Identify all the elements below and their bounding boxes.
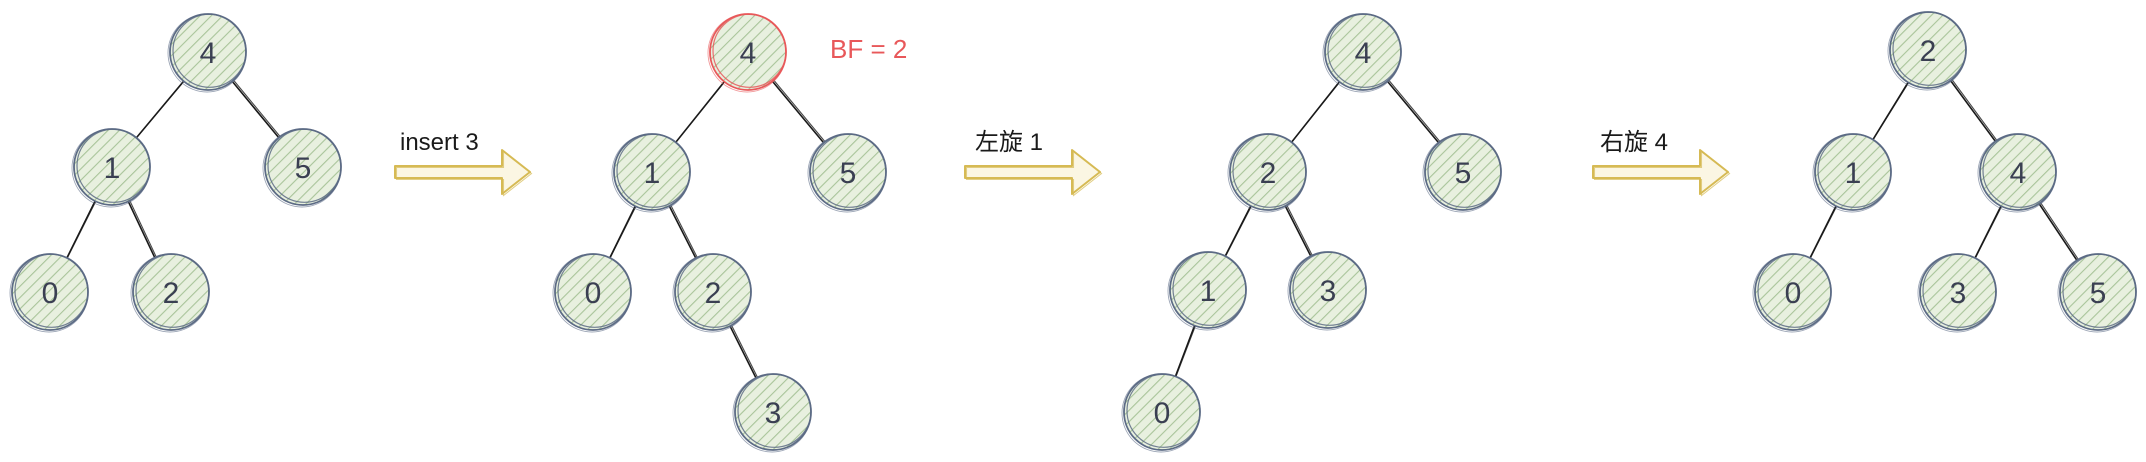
avl-rotation-diagram: 4 1 5 0 2 4 1 5 0 2 3 4 2 5 1 3 0 2 1 4 0 3 5 BF = 2 insert 3 左旋… <box>9 11 2137 453</box>
node-label: 1 <box>1200 275 1217 308</box>
node-label: 0 <box>1785 277 1802 310</box>
node-label: 3 <box>1950 277 1967 310</box>
tree-node-0: 0 <box>9 253 89 333</box>
node-label: 0 <box>585 277 602 310</box>
operation-label: 右旋 4 <box>1600 129 1668 156</box>
arrows-layer <box>394 149 1731 197</box>
node-label: 1 <box>104 152 121 185</box>
tree-node-3: 3 <box>732 373 812 453</box>
tree-node-4: 4 <box>1322 13 1402 93</box>
node-label: 1 <box>1845 157 1862 190</box>
tree-node-1: 1 <box>71 128 151 208</box>
tree-node-2: 2 <box>672 253 752 333</box>
tree-node-0: 0 <box>552 253 632 333</box>
node-label: 4 <box>2010 157 2027 190</box>
operation-label: 左旋 1 <box>975 129 1043 156</box>
node-label: 2 <box>705 277 722 310</box>
node-label: 1 <box>644 157 661 190</box>
balance-factor-label: BF = 2 <box>830 34 907 64</box>
tree-node-3: 3 <box>1917 253 1997 333</box>
node-label: 2 <box>163 277 180 310</box>
tree-node-5: 5 <box>1422 133 1502 213</box>
tree-node-4: 4 <box>707 13 787 93</box>
tree-node-4: 4 <box>167 13 247 93</box>
operation-arrow-icon <box>394 149 533 197</box>
tree-node-1: 1 <box>1812 133 1892 213</box>
nodes-layer: 4 1 5 0 2 4 1 5 0 2 3 4 2 5 1 3 0 2 1 4 0 3 5 <box>9 11 2137 453</box>
node-label: 4 <box>740 37 757 70</box>
tree-node-2: 2 <box>1227 133 1307 213</box>
tree-node-2: 2 <box>1887 11 1967 91</box>
operation-arrow-icon <box>964 149 1103 197</box>
tree-node-0: 0 <box>1752 253 1832 333</box>
node-label: 2 <box>1920 35 1937 68</box>
node-label: 3 <box>1320 275 1337 308</box>
node-label: 5 <box>295 152 312 185</box>
node-label: 4 <box>200 37 217 70</box>
node-label: 0 <box>1154 397 1171 430</box>
node-label: 5 <box>2090 277 2107 310</box>
edges-layer <box>49 48 2100 413</box>
node-label: 3 <box>765 397 782 430</box>
tree-node-1: 1 <box>1167 251 1247 331</box>
tree-node-5: 5 <box>807 133 887 213</box>
tree-node-3: 3 <box>1287 251 1367 331</box>
tree-node-5: 5 <box>2057 253 2137 333</box>
tree-node-2: 2 <box>130 253 210 333</box>
node-label: 5 <box>1455 157 1472 190</box>
tree-node-1: 1 <box>611 133 691 213</box>
tree-node-4: 4 <box>1977 133 2057 213</box>
node-label: 2 <box>1260 157 1277 190</box>
operation-arrow-icon <box>1592 149 1731 197</box>
node-label: 0 <box>42 277 59 310</box>
node-label: 5 <box>840 157 857 190</box>
operation-label: insert 3 <box>400 129 479 156</box>
tree-node-5: 5 <box>262 128 342 208</box>
tree-node-0: 0 <box>1121 373 1201 453</box>
node-label: 4 <box>1355 37 1372 70</box>
